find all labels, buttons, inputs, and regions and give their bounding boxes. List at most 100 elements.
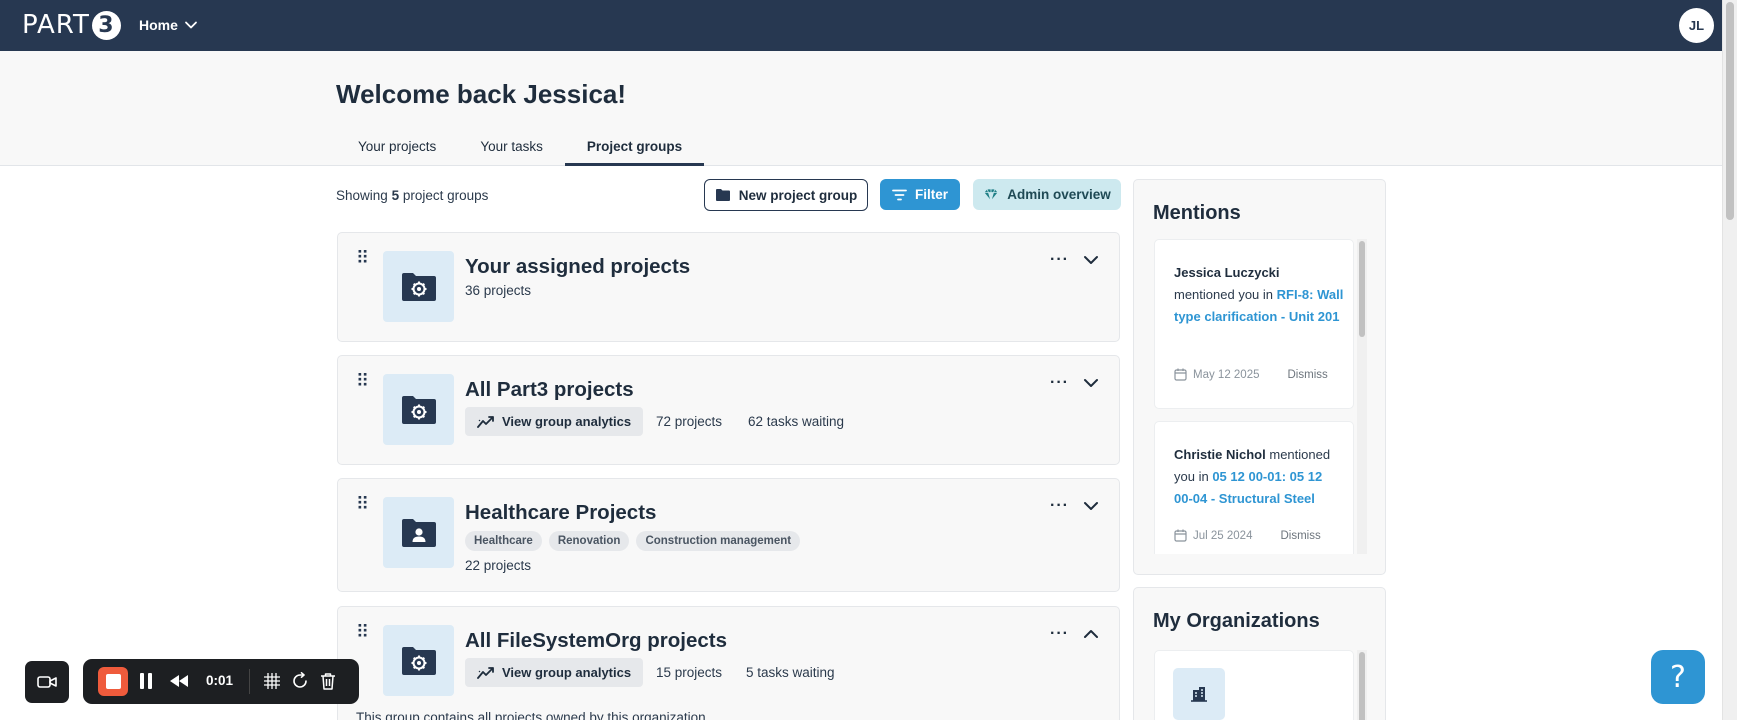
video-camera-icon: [37, 676, 57, 688]
tab-bar: Your projects Your tasks Project groups: [336, 131, 705, 166]
recorder-toolbar: 0:01: [83, 659, 359, 704]
analytics-trend-icon: [477, 415, 494, 428]
showing-prefix: Showing: [336, 188, 388, 203]
drag-handle-icon[interactable]: ⠿: [356, 372, 369, 390]
group-project-count: 72 projects: [656, 414, 723, 429]
page-title: Welcome back Jessica!: [336, 79, 627, 109]
group-project-count: 22 projects: [465, 558, 532, 573]
tab-your-projects[interactable]: Your projects: [336, 131, 458, 166]
mention-date: Jul 25 2024: [1193, 529, 1253, 542]
stop-icon: [105, 674, 121, 689]
folder-gear-icon: [383, 625, 454, 696]
help-button[interactable]: ?: [1651, 650, 1705, 704]
mention-card[interactable]: Christie Nichol mentioned you in 05 12 0…: [1154, 421, 1354, 554]
diamond-icon: [983, 188, 999, 202]
page-header: Welcome back Jessica! Your projects Your…: [0, 51, 1722, 166]
building-icon: [1173, 668, 1225, 720]
filter-label: Filter: [914, 187, 948, 202]
mentions-scroll-area[interactable]: Jessica Luczycki mentioned you in RFI-8:…: [1134, 239, 1387, 554]
group-tags: Healthcare Renovation Construction manag…: [465, 531, 801, 551]
mention-author: Christie Nichol: [1174, 447, 1266, 462]
folder-gear-icon: [383, 374, 454, 445]
admin-overview-label: Admin overview: [1007, 187, 1111, 202]
grid-icon[interactable]: [263, 672, 281, 690]
project-group-card[interactable]: ⠿ All FileSystemOrg projects View group …: [337, 606, 1120, 720]
recording-timer: 0:01: [206, 673, 234, 688]
toolbar-divider: [249, 669, 250, 694]
mention-author: Jessica Luczycki: [1174, 265, 1280, 280]
page-scrollbar[interactable]: [1722, 0, 1737, 720]
view-group-analytics-label: View group analytics: [502, 414, 632, 429]
organizations-scrollbar-thumb[interactable]: [1359, 652, 1365, 720]
project-group-card[interactable]: ⠿ Your assigned projects 36 projects ···: [337, 232, 1120, 342]
page-scrollbar-thumb[interactable]: [1726, 2, 1734, 220]
mention-footer: May 12 2025 Dismiss: [1174, 368, 1328, 381]
new-project-group-button[interactable]: New project group: [704, 179, 868, 211]
showing-count: 5: [391, 188, 400, 203]
user-avatar[interactable]: JL: [1679, 8, 1714, 43]
calendar-icon: [1174, 529, 1187, 542]
tag-healthcare: Healthcare: [465, 531, 542, 551]
home-menu-dropdown[interactable]: Home: [139, 17, 198, 33]
mentions-scrollbar-thumb[interactable]: [1359, 241, 1365, 337]
organizations-scrollbar[interactable]: [1357, 650, 1367, 720]
mention-text: Jessica Luczycki mentioned you in RFI-8:…: [1174, 262, 1344, 328]
pause-icon[interactable]: [139, 672, 153, 690]
more-options-icon[interactable]: ···: [1050, 374, 1069, 392]
view-group-analytics-button[interactable]: View group analytics: [465, 658, 644, 687]
more-options-icon[interactable]: ···: [1050, 251, 1069, 269]
project-group-card[interactable]: ⠿ Healthcare Projects Healthcare Renovat…: [337, 478, 1120, 592]
group-title[interactable]: Your assigned projects: [465, 255, 690, 279]
organizations-title: My Organizations: [1153, 610, 1320, 632]
top-navigation-bar: PART 3 Home JL: [0, 0, 1722, 51]
folder-icon: [715, 189, 730, 201]
dismiss-button[interactable]: Dismiss: [1288, 369, 1328, 381]
chevron-down-icon[interactable]: [1082, 497, 1100, 515]
tab-project-groups[interactable]: Project groups: [564, 131, 705, 166]
group-title[interactable]: All Part3 projects: [465, 378, 634, 402]
analytics-trend-icon: [477, 666, 494, 679]
drag-handle-icon[interactable]: ⠿: [356, 495, 369, 513]
mention-card[interactable]: Jessica Luczycki mentioned you in RFI-8:…: [1154, 239, 1354, 409]
folder-gear-icon: [383, 251, 454, 322]
chevron-down-icon[interactable]: [1082, 374, 1100, 392]
group-project-count: 15 projects: [656, 665, 723, 680]
mentions-title: Mentions: [1153, 202, 1241, 224]
view-group-analytics-button[interactable]: View group analytics: [465, 407, 644, 436]
more-options-icon[interactable]: ···: [1050, 497, 1069, 515]
tab-your-tasks[interactable]: Your tasks: [458, 131, 565, 166]
showing-suffix: project groups: [402, 188, 489, 203]
dismiss-button[interactable]: Dismiss: [1280, 530, 1320, 542]
mention-date: May 12 2025: [1193, 368, 1260, 381]
admin-overview-button[interactable]: Admin overview: [973, 179, 1121, 210]
part3-logo[interactable]: PART 3: [22, 10, 121, 40]
group-tasks-waiting: 62 tasks waiting: [748, 414, 845, 429]
more-options-icon[interactable]: ···: [1050, 625, 1069, 643]
stop-recording-button[interactable]: [98, 667, 128, 696]
group-title[interactable]: All FileSystemOrg projects: [465, 629, 727, 653]
folder-user-icon: [383, 497, 454, 568]
filter-button[interactable]: Filter: [880, 179, 960, 210]
filter-icon: [892, 189, 907, 200]
mention-footer: Jul 25 2024 Dismiss: [1174, 529, 1321, 542]
organization-card[interactable]: [1154, 650, 1354, 720]
chevron-down-icon: [185, 21, 197, 29]
logo-digit: 3: [91, 10, 121, 40]
drag-handle-icon[interactable]: ⠿: [356, 623, 369, 641]
drag-handle-icon[interactable]: ⠿: [356, 249, 369, 267]
view-group-analytics-label: View group analytics: [502, 665, 632, 680]
home-menu-label: Home: [139, 17, 178, 33]
group-project-count: 36 projects: [465, 283, 532, 298]
project-group-card[interactable]: ⠿ All Part3 projects View group analytic…: [337, 355, 1120, 465]
chevron-up-icon[interactable]: [1082, 625, 1100, 643]
rewind-icon[interactable]: [169, 674, 189, 688]
recorder-camera-button[interactable]: [25, 661, 69, 703]
mention-verb: mentioned you in: [1174, 287, 1274, 302]
group-title[interactable]: Healthcare Projects: [465, 501, 656, 525]
chevron-down-icon[interactable]: [1082, 251, 1100, 269]
mentions-scrollbar[interactable]: [1357, 239, 1367, 554]
trash-icon[interactable]: [320, 672, 336, 690]
tag-construction-management: Construction management: [636, 531, 801, 551]
restart-icon[interactable]: [291, 672, 309, 690]
logo-text: PART: [22, 10, 90, 40]
